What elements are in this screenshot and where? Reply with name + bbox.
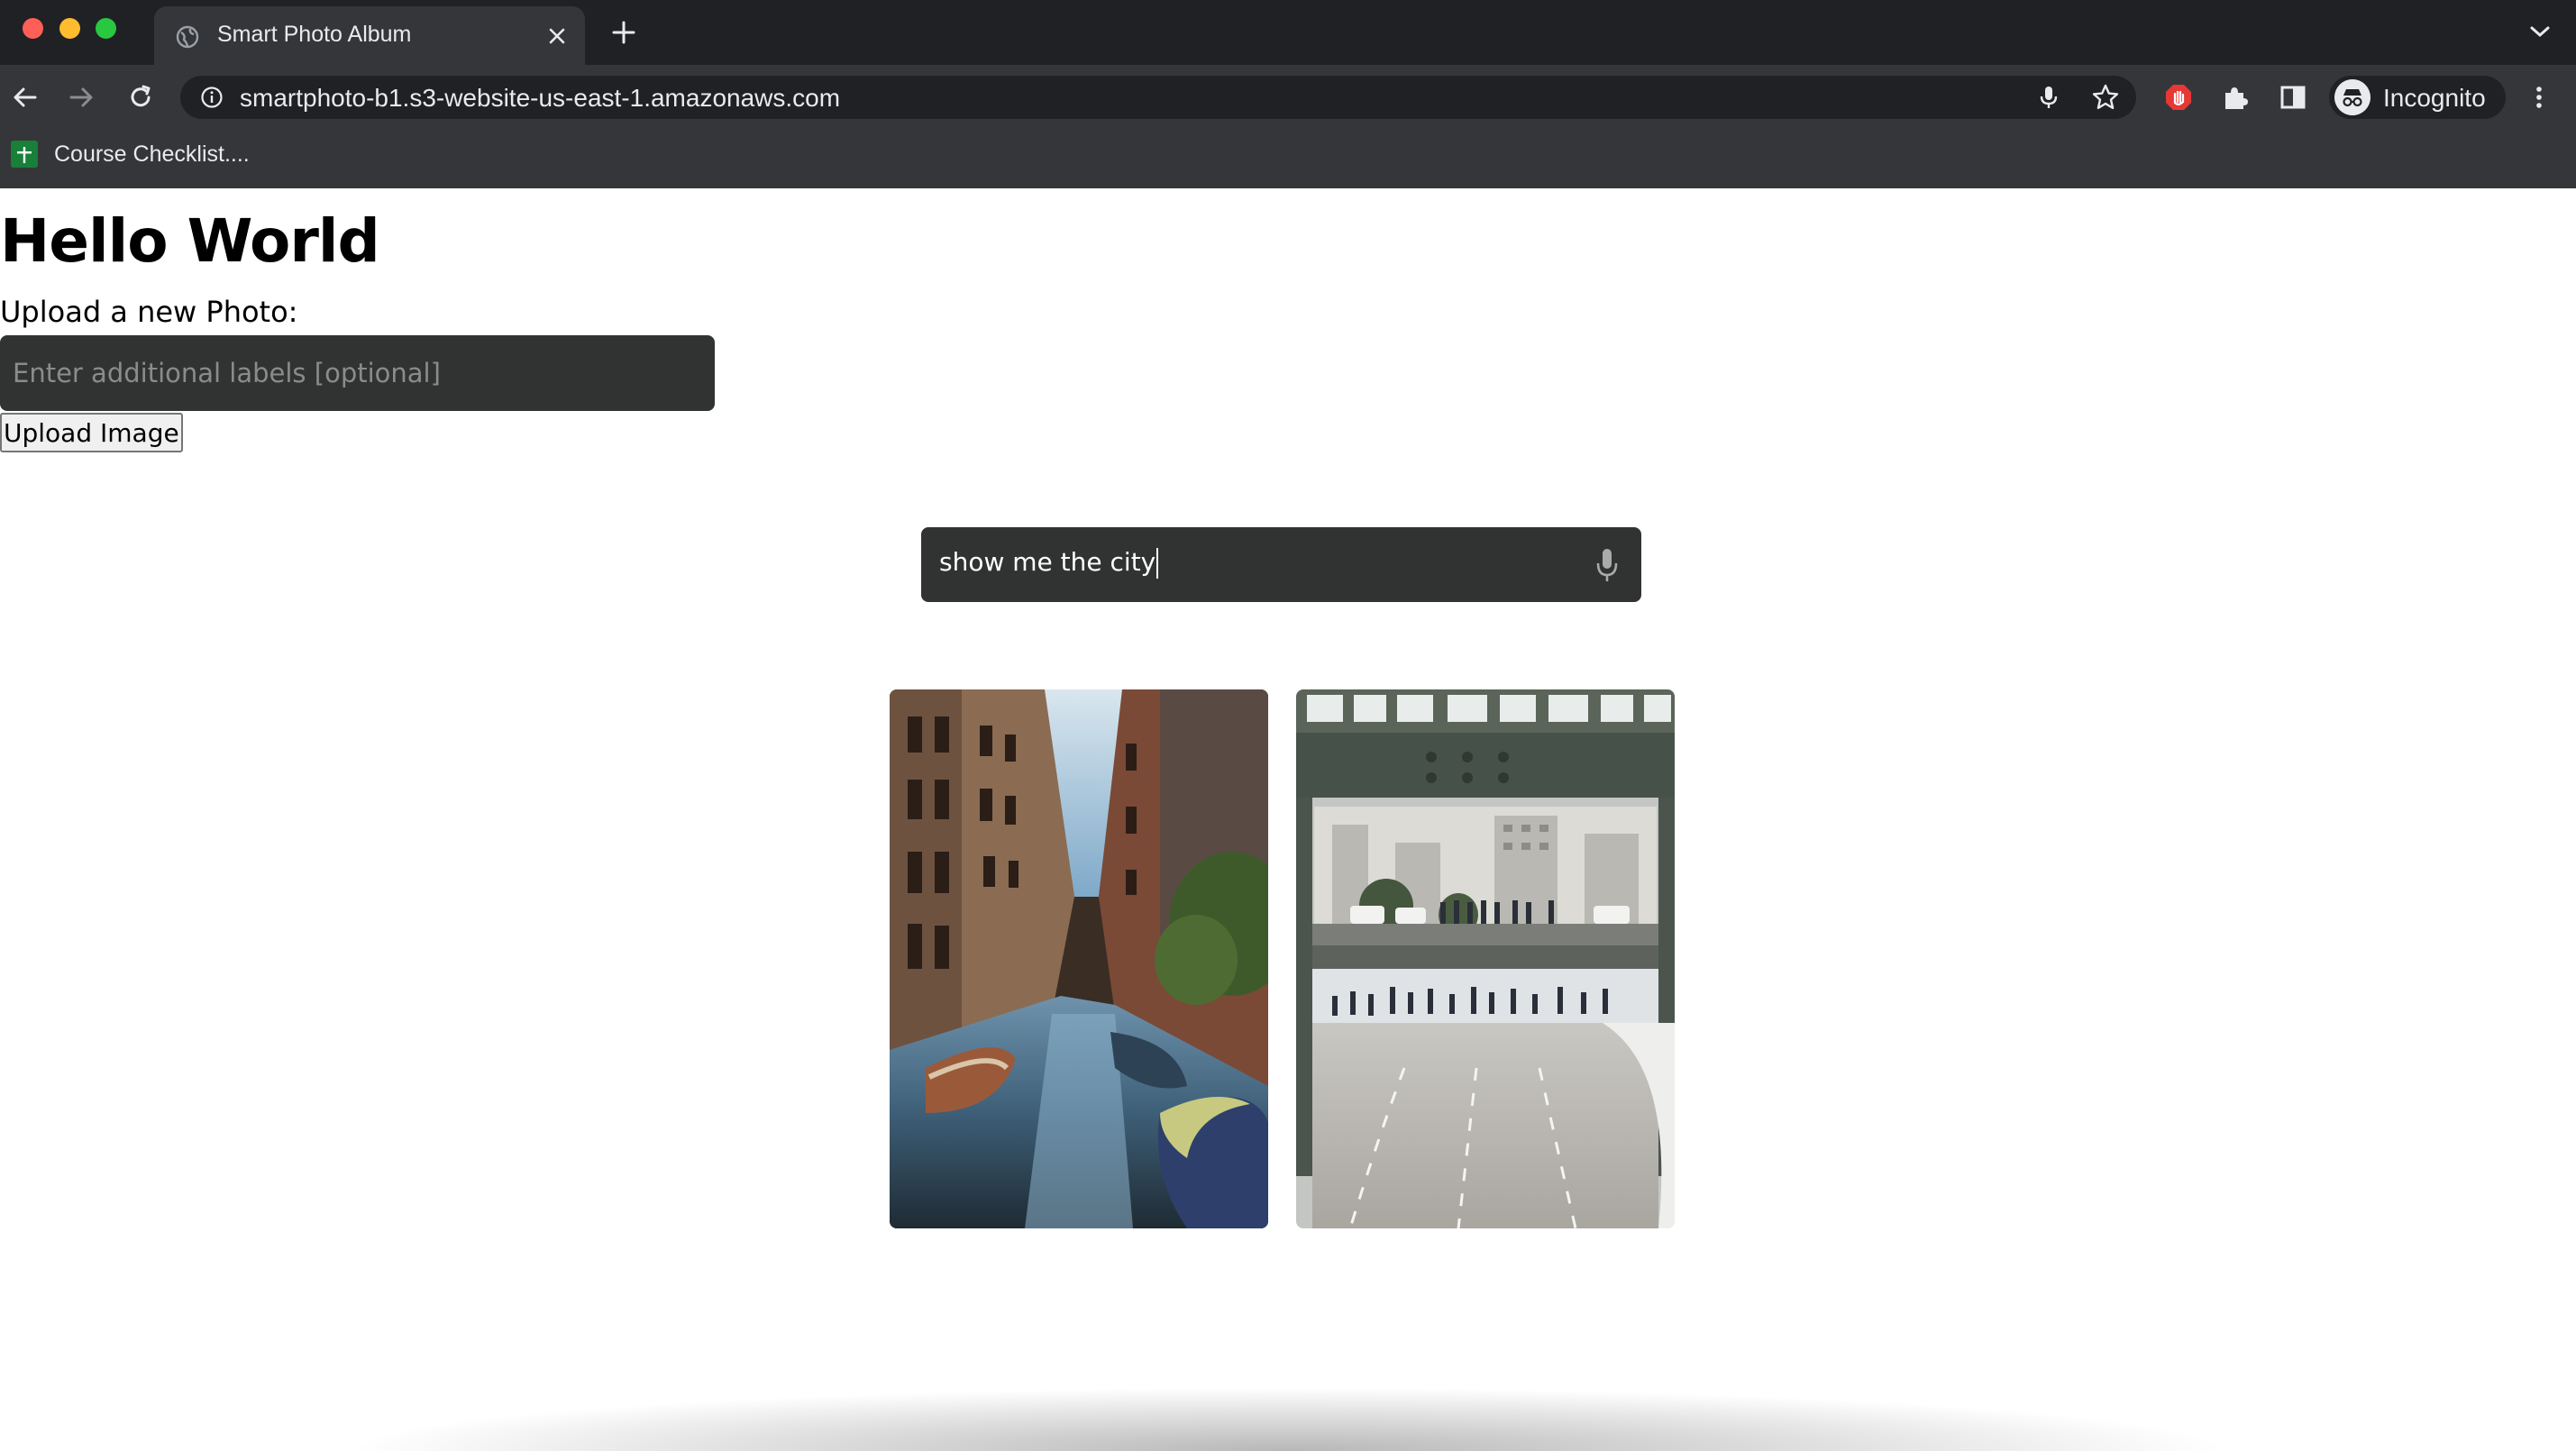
info-icon[interactable] [200, 86, 224, 109]
microphone-icon[interactable] [1596, 547, 1618, 583]
chevron-down-icon[interactable] [2529, 23, 2551, 40]
address-bar[interactable]: smartphoto-b1.s3-website-us-east-1.amazo… [180, 76, 2136, 119]
microphone-icon[interactable] [2034, 83, 2063, 112]
tab-smart-photo-album[interactable]: Smart Photo Album [154, 6, 585, 65]
star-icon[interactable] [2091, 83, 2120, 112]
globe-icon [176, 25, 199, 49]
text-caret [1156, 548, 1159, 579]
incognito-icon [2334, 79, 2370, 115]
search-query-wrap: show me the city [939, 547, 1159, 579]
window-minimize-button[interactable] [59, 18, 80, 39]
upload-image-button[interactable]: Upload Image [0, 413, 183, 452]
tab-strip: Smart Photo Album [0, 0, 2576, 65]
profile-button[interactable]: Incognito [2329, 76, 2506, 119]
plus-icon[interactable] [610, 19, 637, 46]
result-photo-overpass[interactable] [1296, 689, 1675, 1228]
reload-icon[interactable] [126, 83, 155, 112]
back-arrow-icon[interactable] [11, 83, 40, 112]
search-query: show me the city [939, 547, 1156, 577]
sheets-icon [11, 141, 38, 168]
bookmark-label: Course Checklist.... [54, 141, 250, 167]
puzzle-icon[interactable] [2221, 83, 2250, 112]
city-overpass-crowd-photo [1296, 689, 1675, 1228]
search-input[interactable]: show me the city [921, 527, 1641, 602]
page-title: Hello World [0, 206, 380, 276]
tab-title: Smart Photo Album [217, 22, 412, 47]
more-vert-icon[interactable] [2525, 83, 2553, 112]
browser-chrome: Smart Photo Album smartphoto-b1.s3-websi… [0, 0, 2576, 188]
url-text: smartphoto-b1.s3-website-us-east-1.amazo… [240, 84, 841, 112]
adblock-icon[interactable] [2164, 83, 2193, 112]
result-photo-canal[interactable] [890, 689, 1268, 1228]
forward-arrow-icon[interactable] [67, 83, 96, 112]
window-zoom-button[interactable] [96, 18, 116, 39]
venice-canal-photo [890, 689, 1268, 1228]
bottom-shadow [343, 1387, 2235, 1451]
window-close-button[interactable] [23, 18, 43, 39]
close-icon[interactable] [545, 24, 569, 48]
upload-label: Upload a new Photo: [0, 295, 298, 329]
page-content: Hello World Upload a new Photo: Upload I… [0, 188, 2576, 1451]
labels-input[interactable] [0, 335, 715, 411]
side-panel-icon[interactable] [2279, 83, 2307, 112]
profile-label: Incognito [2383, 84, 2486, 112]
